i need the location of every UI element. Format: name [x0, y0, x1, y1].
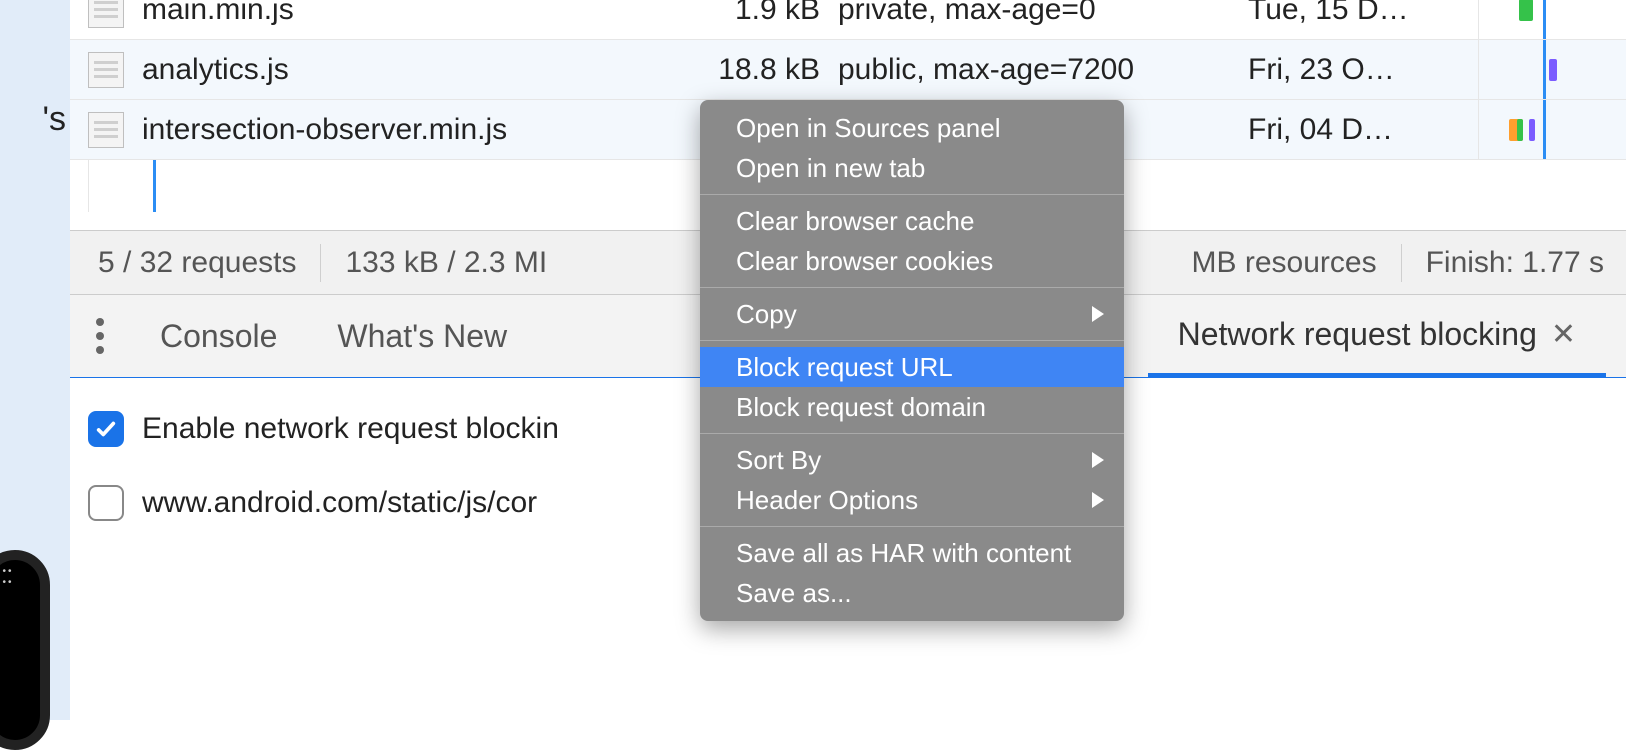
- pattern-text: www.android.com/static/js/cor: [142, 486, 537, 520]
- waterfall-marker: [153, 160, 156, 212]
- cell-waterfall: [1478, 0, 1626, 39]
- cell-date: Tue, 15 D…: [1248, 0, 1478, 27]
- menu-sort-by[interactable]: Sort By: [700, 440, 1124, 480]
- menu-item-label: Header Options: [736, 485, 918, 516]
- summary-requests: 5 / 32 requests: [98, 246, 296, 280]
- waterfall-bar: [1519, 0, 1533, 21]
- menu-header-options[interactable]: Header Options: [700, 480, 1124, 520]
- menu-block-request-domain[interactable]: Block request domain: [700, 387, 1124, 427]
- context-menu: Open in Sources panel Open in new tab Cl…: [700, 100, 1124, 621]
- waterfall-marker: [1543, 40, 1546, 99]
- file-icon: [88, 112, 124, 148]
- menu-separator: [700, 194, 1124, 195]
- divider: [320, 244, 321, 282]
- check-icon: [95, 418, 117, 440]
- kebab-icon: [96, 318, 104, 354]
- waterfall-bar: [1517, 119, 1523, 141]
- submenu-arrow-icon: [1092, 306, 1104, 322]
- menu-item-label: Open in Sources panel: [736, 113, 1001, 144]
- submenu-arrow-icon: [1092, 452, 1104, 468]
- menu-separator: [700, 526, 1124, 527]
- menu-item-label: Clear browser cookies: [736, 246, 993, 277]
- enable-blocking-checkbox[interactable]: [88, 411, 124, 447]
- table-row[interactable]: analytics.js 18.8 kB public, max-age=720…: [70, 40, 1626, 100]
- tab-console[interactable]: Console: [130, 295, 307, 377]
- page-partial-text: 's: [43, 100, 67, 139]
- summary-resources: MB resources: [1192, 246, 1377, 280]
- menu-separator: [700, 433, 1124, 434]
- menu-open-in-new-tab[interactable]: Open in new tab: [700, 148, 1124, 188]
- divider: [1401, 244, 1402, 282]
- summary-finish: Finish: 1.77 s: [1426, 246, 1626, 280]
- page-background-left: 's •• ••: [0, 0, 70, 720]
- tab-network-request-blocking[interactable]: Network request blocking ✕: [1148, 295, 1606, 377]
- cell-name: intersection-observer.min.js: [142, 113, 648, 147]
- cell-date: Fri, 04 D…: [1248, 113, 1478, 147]
- tab-label: What's New: [337, 318, 507, 355]
- menu-item-label: Sort By: [736, 445, 821, 476]
- cell-size: 18.8 kB: [648, 53, 838, 87]
- waterfall-marker: [1543, 0, 1546, 39]
- menu-item-label: Block request URL: [736, 352, 953, 383]
- pattern-checkbox[interactable]: [88, 485, 124, 521]
- summary-transferred: 133 kB / 2.3 MI: [345, 246, 547, 280]
- cell-waterfall: [1478, 100, 1626, 159]
- submenu-arrow-icon: [1092, 492, 1104, 508]
- tab-whats-new[interactable]: What's New: [307, 295, 537, 377]
- tab-label: Network request blocking: [1178, 316, 1537, 353]
- devtools-panel: main.min.js 1.9 kB private, max-age=0 Tu…: [70, 0, 1626, 720]
- cell-cache: public, max-age=7200: [838, 53, 1248, 87]
- more-tabs-button[interactable]: [70, 318, 130, 354]
- menu-save-all-as-har[interactable]: Save all as HAR with content: [700, 533, 1124, 573]
- cell-name: main.min.js: [142, 0, 648, 27]
- close-icon[interactable]: ✕: [1551, 317, 1576, 352]
- phone-frame-graphic: •• ••: [0, 550, 50, 750]
- cell-date: Fri, 23 O…: [1248, 53, 1478, 87]
- tab-label: Console: [160, 318, 277, 355]
- menu-item-label: Open in new tab: [736, 153, 925, 184]
- cell-size: 1.9 kB: [648, 0, 838, 27]
- file-icon: [88, 0, 124, 28]
- menu-item-label: Block request domain: [736, 392, 986, 423]
- menu-item-label: Save all as HAR with content: [736, 538, 1071, 569]
- menu-clear-browser-cookies[interactable]: Clear browser cookies: [700, 241, 1124, 281]
- menu-clear-browser-cache[interactable]: Clear browser cache: [700, 201, 1124, 241]
- menu-item-label: Copy: [736, 299, 797, 330]
- menu-block-request-url[interactable]: Block request URL: [700, 347, 1124, 387]
- phone-notch-icon: •• ••: [3, 566, 28, 588]
- menu-item-label: Save as...: [736, 578, 852, 609]
- menu-copy[interactable]: Copy: [700, 294, 1124, 334]
- waterfall-bar: [1549, 59, 1557, 81]
- waterfall-bar: [1529, 119, 1535, 141]
- waterfall-marker: [1543, 100, 1546, 159]
- menu-open-in-sources[interactable]: Open in Sources panel: [700, 108, 1124, 148]
- menu-separator: [700, 340, 1124, 341]
- cell-waterfall: [1478, 40, 1626, 99]
- table-row[interactable]: main.min.js 1.9 kB private, max-age=0 Tu…: [70, 0, 1626, 40]
- cell-name: analytics.js: [142, 53, 648, 87]
- menu-save-as[interactable]: Save as...: [700, 573, 1124, 613]
- file-icon: [88, 52, 124, 88]
- menu-separator: [700, 287, 1124, 288]
- cell-cache: private, max-age=0: [838, 0, 1248, 27]
- enable-blocking-label: Enable network request blockin: [142, 412, 559, 446]
- menu-item-label: Clear browser cache: [736, 206, 974, 237]
